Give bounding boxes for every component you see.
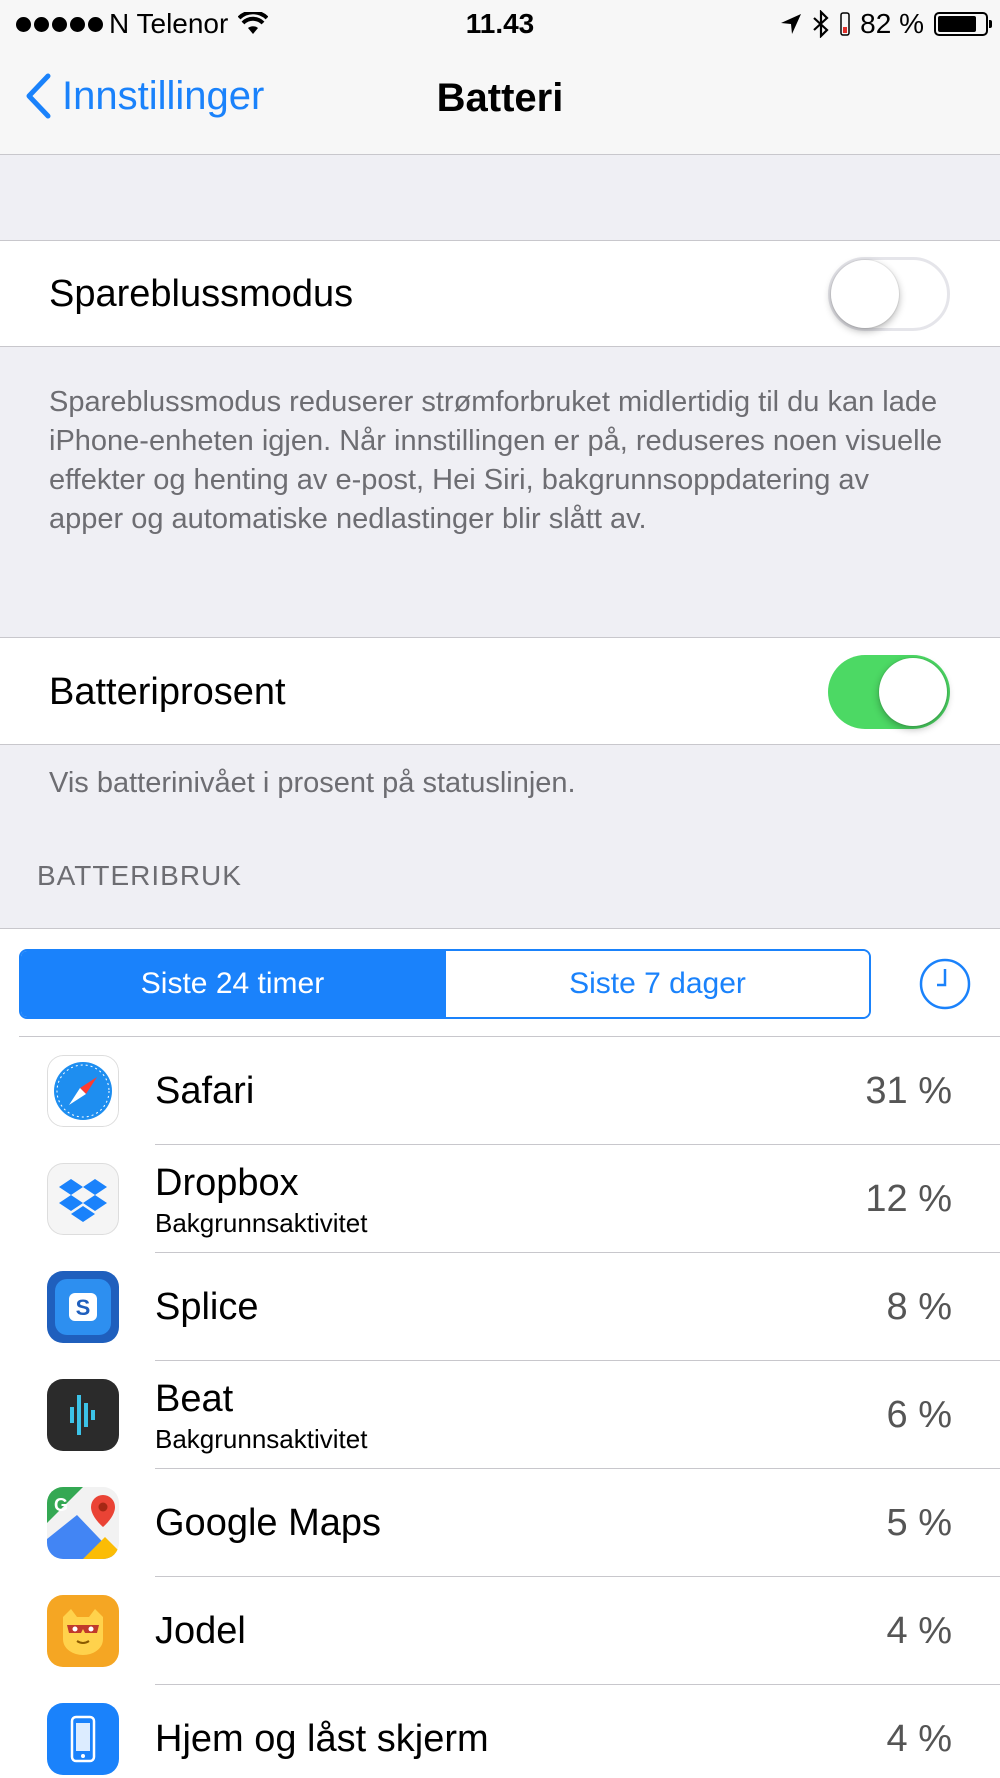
app-name: Google Maps [155,1502,382,1544]
battery-fill [938,16,976,32]
low-power-mode-description: Spareblussmodus reduserer strømforbruket… [49,386,943,535]
app-percent: 4 % [886,1610,952,1652]
battery-percentage-toggle[interactable] [828,655,950,729]
app-percent: 6 % [886,1394,952,1436]
app-percent: 4 % [886,1718,952,1760]
app-row-jodel[interactable]: Jodel 4 % [0,1577,1000,1685]
svg-text:G: G [54,1495,68,1515]
google-maps-icon: G [47,1487,119,1559]
app-name: Safari [155,1070,255,1112]
app-name: Hjem og låst skjerm [155,1718,489,1760]
status-bar-right: 82 % [780,8,992,40]
toggle-knob [879,658,947,726]
navigation-bar: Innstillinger Batteri [0,50,1000,155]
low-power-mode-cell: Spareblussmodus [0,240,1000,347]
app-name: Beat [155,1378,234,1420]
app-percent: 31 % [865,1070,952,1112]
battery-percentage-cell: Batteriprosent [0,637,1000,745]
app-row-home-lock-screen[interactable]: Hjem og låst skjerm 4 % [0,1685,1000,1778]
app-row-safari[interactable]: Safari 31 % [0,1037,1000,1145]
app-name: Jodel [155,1610,246,1652]
app-row-splice[interactable]: S Splice 8 % [0,1253,1000,1361]
page-title: Batteri [436,76,564,120]
clock-icon[interactable] [918,957,972,1011]
battery-icon [934,12,992,36]
app-row-dropbox[interactable]: Dropbox Bakgrunnsaktivitet 12 % [0,1145,1000,1253]
low-power-mode-toggle[interactable] [828,257,950,331]
battery-percent-label: 82 % [860,8,924,39]
app-subtitle: Bakgrunnsaktivitet [155,1208,368,1238]
battery-percentage-label: Batteriprosent [49,671,286,713]
beat-icon [47,1379,119,1451]
svg-text:S: S [76,1295,91,1320]
time-range-segmented-control: Siste 24 timer Siste 7 dager [19,949,871,1019]
battery-warning-icon [840,12,850,36]
location-arrow-icon [781,14,802,34]
app-percent: 8 % [886,1286,952,1328]
app-subtitle: Bakgrunnsaktivitet [155,1424,368,1454]
app-percent: 5 % [886,1502,952,1544]
splice-icon: S [47,1271,119,1343]
jodel-icon [47,1595,119,1667]
battery-usage-section: Siste 24 timer Siste 7 dager Safari 31 % [0,928,1000,1778]
home-lock-screen-icon [47,1703,119,1775]
app-row-google-maps[interactable]: G Google Maps 5 % [0,1469,1000,1577]
safari-icon [47,1055,119,1127]
bluetooth-icon [813,10,829,38]
app-row-beat[interactable]: Beat Bakgrunnsaktivitet 6 % [0,1361,1000,1469]
status-bar: N Telenor 11.43 82 % [0,0,1000,50]
segment-last-7-days[interactable]: Siste 7 dager [444,951,869,1017]
app-name: Dropbox [155,1162,299,1204]
low-power-mode-label: Spareblussmodus [49,273,354,315]
segment-last-24-hours[interactable]: Siste 24 timer [21,951,444,1017]
app-name: Splice [155,1286,259,1328]
dropbox-icon [47,1163,119,1235]
battery-percentage-description: Vis batterinivået i prosent på statuslin… [49,767,576,799]
toggle-knob [831,260,899,328]
app-percent: 12 % [865,1178,952,1220]
battery-usage-header: BATTERIBRUK [37,860,242,891]
